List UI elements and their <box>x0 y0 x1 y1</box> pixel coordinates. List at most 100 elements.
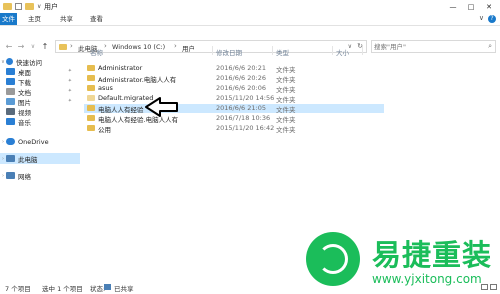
search-icon: ⌕ <box>488 42 492 50</box>
list-item[interactable]: Administrator 2016/6/6 20:21 文件夹 <box>84 64 384 74</box>
file-date: 2016/6/6 20:21 <box>216 64 266 72</box>
file-type: 文件夹 <box>276 86 296 94</box>
ribbon-collapse-icon[interactable]: ∨ <box>479 14 484 22</box>
column-header-type[interactable]: 类型 <box>276 47 289 57</box>
star-icon <box>6 58 13 65</box>
folder-icon <box>87 85 95 91</box>
video-icon <box>6 108 15 115</box>
column-header-name[interactable]: 名称 <box>90 47 103 57</box>
list-item[interactable]: 公用 2015/11/20 16:42 文件夹 <box>84 124 384 134</box>
navigation-pane: ∨ 快速访问 桌面 ✦ 下载 ✦ 文档 ✦ 图片 ✦ 视频 音乐 › OneDr… <box>0 56 82 280</box>
item-count: 7 个项目 <box>5 285 31 293</box>
sidebar-item-label: 视频 <box>18 108 31 117</box>
pin-icon: ✦ <box>67 78 72 84</box>
sidebar-item-label: OneDrive <box>18 137 49 146</box>
ribbon-tabs: 文件 主页 共享 查看 ∨ ? <box>0 13 500 26</box>
tab-view[interactable]: 查看 <box>86 13 107 25</box>
tab-home[interactable]: 主页 <box>24 13 45 25</box>
state-value: 已共享 <box>114 285 134 293</box>
computer-icon <box>6 155 15 162</box>
list-item[interactable]: Administrator.电脑人人有 2016/6/6 20:26 文件夹 <box>84 74 384 84</box>
back-button[interactable]: ← <box>4 41 14 52</box>
file-date: 2015/11/20 16:42 <box>216 124 275 132</box>
sidebar-item-label: 桌面 <box>18 68 31 77</box>
shared-icon <box>104 284 111 290</box>
sidebar-item-onedrive[interactable]: › OneDrive <box>0 136 80 147</box>
pin-icon: ✦ <box>67 98 72 104</box>
file-name: 电脑人人有经验 <box>98 106 144 114</box>
quick-access-toolbar: ∨ <box>3 2 41 11</box>
sidebar-item-network[interactable]: › 网络 <box>0 170 80 181</box>
sidebar-item-label: 文档 <box>18 88 31 97</box>
tab-file[interactable]: 文件 <box>0 13 17 25</box>
forward-button[interactable]: → <box>16 41 26 52</box>
selected-count: 选中 1 个项目 <box>42 285 83 293</box>
download-icon <box>6 78 15 85</box>
column-headers: 名称 修改日期 类型 大小 <box>84 45 400 57</box>
list-item[interactable]: 电脑人人有经验.电脑人人有 2016/7/18 10:36 文件夹 <box>84 114 384 124</box>
folder-icon <box>87 65 95 71</box>
window-controls: — □ ✕ <box>444 0 498 13</box>
file-type: 文件夹 <box>276 106 296 114</box>
sidebar-item-label: 快速访问 <box>16 58 42 67</box>
file-type: 文件夹 <box>276 116 296 124</box>
watermark-title: 易捷重装 <box>372 238 493 272</box>
state-label: 状态: <box>90 285 106 293</box>
desktop-icon <box>6 68 15 75</box>
minimize-button[interactable]: — <box>444 0 462 13</box>
sidebar-item-label: 图片 <box>18 98 31 107</box>
network-icon <box>6 172 15 179</box>
window-title: 用户 <box>44 3 58 11</box>
file-type: 文件夹 <box>276 126 296 134</box>
file-type: 文件夹 <box>276 66 296 74</box>
folder-icon <box>87 95 95 101</box>
file-type: 文件夹 <box>276 76 296 84</box>
cloud-icon <box>6 138 15 145</box>
close-button[interactable]: ✕ <box>480 0 498 13</box>
file-date: 2015/11/20 14:56 <box>216 94 275 102</box>
file-date: 2016/6/6 20:06 <box>216 84 266 92</box>
folder-icon <box>87 115 95 121</box>
list-item[interactable]: Default.migrated 2015/11/20 14:56 文件夹 <box>84 94 384 104</box>
column-header-size[interactable]: 大小 <box>336 47 349 57</box>
recent-locations-icon[interactable]: ∨ <box>28 41 38 52</box>
sidebar-item-this-pc[interactable]: › 此电脑 <box>0 153 80 164</box>
tab-share[interactable]: 共享 <box>56 13 77 25</box>
chevron-right-icon[interactable]: › <box>70 42 73 50</box>
folder-icon <box>87 125 95 131</box>
sidebar-item-label: 此电脑 <box>18 155 38 164</box>
list-item[interactable]: asus 2016/6/6 20:06 文件夹 <box>84 84 384 94</box>
pin-icon: ✦ <box>67 88 72 94</box>
pin-icon: ✦ <box>67 68 72 74</box>
sidebar-item-label: 下载 <box>18 78 31 87</box>
sidebar-item-label: 网络 <box>18 172 31 181</box>
file-type: 文件夹 <box>276 96 296 104</box>
chevron-down-icon[interactable]: ∨ <box>37 3 41 10</box>
folder-icon <box>3 3 12 10</box>
sidebar-item-music[interactable]: 音乐 <box>0 116 80 127</box>
watermark-url: www.yjxitong.com <box>372 272 482 286</box>
file-name: Administrator <box>98 64 143 72</box>
music-icon <box>6 118 15 125</box>
properties-icon[interactable] <box>15 3 22 10</box>
file-name: asus <box>98 84 113 92</box>
logo-icon <box>306 232 360 286</box>
file-date: 2016/6/6 21:05 <box>216 104 266 112</box>
column-header-date[interactable]: 修改日期 <box>216 47 242 57</box>
folder-icon <box>59 44 67 50</box>
picture-icon <box>6 98 15 105</box>
file-date: 2016/7/18 10:36 <box>216 114 271 122</box>
up-button[interactable]: ↑ <box>40 41 50 52</box>
folder-icon <box>87 105 95 111</box>
maximize-button[interactable]: □ <box>462 0 480 13</box>
arrow-annotation-icon <box>145 97 178 117</box>
new-folder-icon[interactable] <box>25 3 34 10</box>
file-name: 公用 <box>98 126 111 134</box>
title-bar: ∨ 用户 — □ ✕ <box>0 0 500 13</box>
file-date: 2016/6/6 20:26 <box>216 74 266 82</box>
document-icon <box>6 88 15 95</box>
help-icon[interactable]: ? <box>488 15 496 23</box>
folder-icon <box>87 75 95 81</box>
list-item[interactable]: 电脑人人有经验 2016/6/6 21:05 文件夹 <box>84 104 384 114</box>
file-name: Administrator.电脑人人有 <box>98 76 177 84</box>
